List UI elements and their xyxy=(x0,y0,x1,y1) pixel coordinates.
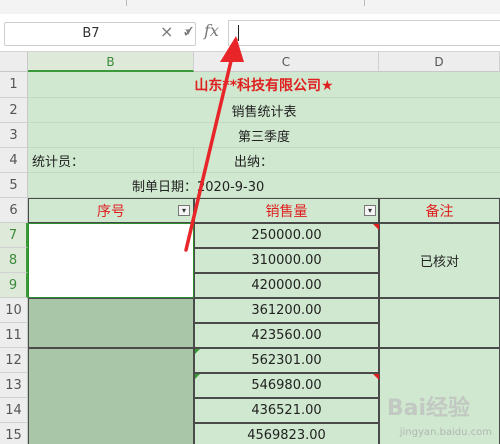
statistician-label-cell[interactable]: 统计员： xyxy=(28,148,194,173)
quarter-cell[interactable]: 第三季度 xyxy=(28,123,500,148)
cancel-icon[interactable]: × xyxy=(160,22,173,41)
filter-dropdown-icon[interactable]: ▾ xyxy=(178,205,190,216)
report-name-cell[interactable]: 销售统计表 xyxy=(28,98,500,123)
filter-dropdown-icon[interactable]: ▾ xyxy=(364,205,376,216)
row-header-13[interactable]: 13 xyxy=(0,373,28,398)
row-header-11[interactable]: 11 xyxy=(0,323,28,348)
seq-header-label: 序号 xyxy=(97,203,125,220)
ribbon-separator xyxy=(364,0,365,6)
row-header-12[interactable]: 12 xyxy=(0,348,28,373)
seq-merged-cell[interactable] xyxy=(28,348,194,444)
date-cell[interactable]: 制单日期：2020-9-30 xyxy=(28,173,500,198)
sales-value-cell[interactable]: 4569823.00 xyxy=(194,423,379,444)
row-header-6[interactable]: 6 xyxy=(0,198,28,223)
seq-header-cell[interactable]: 序号 xyxy=(28,198,194,223)
confirm-icon[interactable]: ✓ xyxy=(182,22,195,41)
company-title-cell[interactable]: 山东**科技有限公司★ xyxy=(28,72,500,98)
text-caret xyxy=(238,25,239,41)
note-checked-cell[interactable]: 已核对 xyxy=(379,223,500,298)
sales-value-cell[interactable]: 361200.00 xyxy=(194,298,379,323)
watermark-logo: Bai经验 xyxy=(386,396,470,421)
sales-value-cell[interactable]: 420000.00 xyxy=(194,273,379,298)
sales-header-cell[interactable]: 销售量 xyxy=(194,198,379,223)
row-header-9[interactable]: 9 xyxy=(0,273,28,298)
sales-value-cell[interactable]: 562301.00 xyxy=(194,348,379,373)
error-indicator-icon xyxy=(195,374,200,379)
sales-value-cell[interactable]: 546980.00 xyxy=(194,373,379,398)
row-header-14[interactable]: 14 xyxy=(0,398,28,423)
watermark-url: jingyan.baidu.com xyxy=(399,427,492,438)
column-header-c[interactable]: C xyxy=(194,52,379,72)
row-header-3[interactable]: 3 xyxy=(0,123,28,148)
note-merged-cell[interactable] xyxy=(379,298,500,348)
seq-merged-cell-selected[interactable] xyxy=(28,223,194,298)
formula-input[interactable] xyxy=(228,20,500,46)
column-header-b[interactable]: B xyxy=(28,52,194,72)
seq-merged-cell[interactable] xyxy=(28,298,194,348)
name-box-value: B7 xyxy=(82,26,100,41)
fx-icon[interactable]: fx xyxy=(204,21,219,40)
ribbon-bottom-strip xyxy=(0,0,500,15)
row-header-7[interactable]: 7 xyxy=(0,223,28,248)
sales-value-cell[interactable]: 436521.00 xyxy=(194,398,379,423)
select-all-corner[interactable] xyxy=(0,52,28,72)
sales-value-cell[interactable]: 250000.00 xyxy=(194,223,379,248)
row-header-5[interactable]: 5 xyxy=(0,173,28,198)
note-header-cell[interactable]: 备注 xyxy=(379,198,500,223)
row-header-4[interactable]: 4 xyxy=(0,148,28,173)
error-indicator-icon xyxy=(195,349,200,354)
spreadsheet-grid: B C D 1 2 3 4 5 6 7 8 9 10 11 12 13 14 1… xyxy=(0,52,500,444)
sales-header-label: 销售量 xyxy=(265,203,308,220)
ribbon-separator xyxy=(126,0,127,6)
row-header-15[interactable]: 15 xyxy=(0,423,28,444)
sales-value-cell[interactable]: 310000.00 xyxy=(194,248,379,273)
cashier-label-cell[interactable]: 出纳： xyxy=(194,148,500,173)
row-header-8[interactable]: 8 xyxy=(0,248,28,273)
row-header-10[interactable]: 10 xyxy=(0,298,28,323)
row-header-2[interactable]: 2 xyxy=(0,98,28,123)
row-header-1[interactable]: 1 xyxy=(0,72,28,98)
sales-value-cell[interactable]: 423560.00 xyxy=(194,323,379,348)
column-header-d[interactable]: D xyxy=(379,52,500,72)
